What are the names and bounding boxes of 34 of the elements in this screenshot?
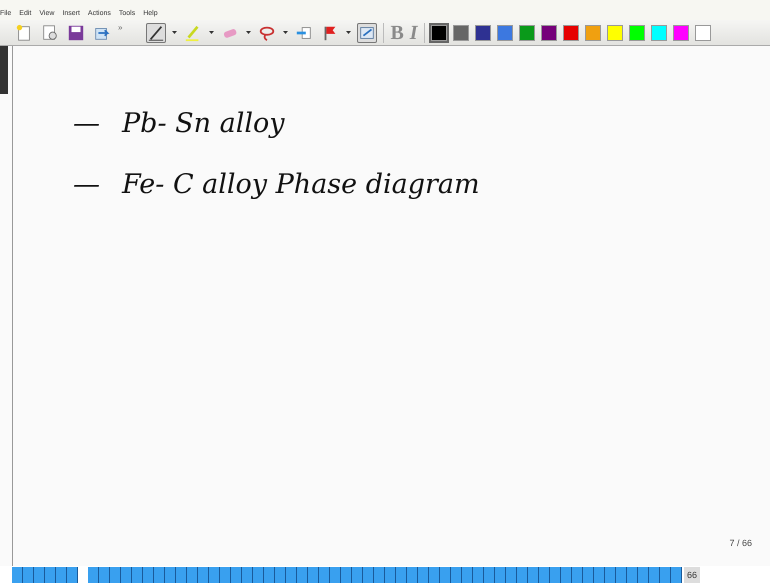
page-strip[interactable] (88, 567, 682, 583)
color-swatch[interactable] (452, 24, 469, 40)
overflow-chevron[interactable]: » (118, 23, 122, 33)
document-clock-icon (41, 24, 59, 42)
dropdown-caret-icon[interactable] (346, 30, 352, 34)
color-swatch[interactable] (496, 24, 513, 40)
color-swatch[interactable] (694, 24, 711, 40)
page-indicator: 7 / 66 (729, 536, 752, 550)
dropdown-caret-icon[interactable] (172, 30, 178, 34)
color-swatch[interactable] (518, 24, 535, 40)
color-swatch[interactable] (672, 24, 689, 40)
color-swatch[interactable] (562, 24, 579, 40)
tool-button[interactable] (146, 22, 166, 42)
dropdown-caret-icon[interactable] (209, 30, 214, 34)
handwritten-text: Pb- Sn alloy (122, 108, 285, 139)
color-swatch[interactable] (430, 24, 447, 40)
handwritten-text: Fe- C alloy Phase diagram (122, 169, 480, 200)
side-handle (0, 46, 8, 94)
color-swatch[interactable] (540, 24, 557, 40)
pen-icon (147, 24, 166, 42)
lasso-icon (258, 24, 276, 42)
save-icon (67, 24, 85, 42)
color-swatch[interactable] (650, 24, 667, 40)
dropdown-caret-icon[interactable] (283, 30, 288, 34)
color-swatch[interactable] (474, 24, 491, 40)
ink-dash: — (73, 169, 100, 200)
page-count: 66 (684, 567, 700, 583)
color-swatch[interactable] (584, 24, 601, 40)
page-strip[interactable] (12, 567, 78, 583)
ink-dash: — (73, 108, 100, 139)
dropdown-caret-icon[interactable] (246, 30, 252, 34)
color-swatch[interactable] (628, 24, 645, 40)
new-document-icon (15, 24, 33, 42)
color-swatch[interactable] (606, 24, 623, 40)
